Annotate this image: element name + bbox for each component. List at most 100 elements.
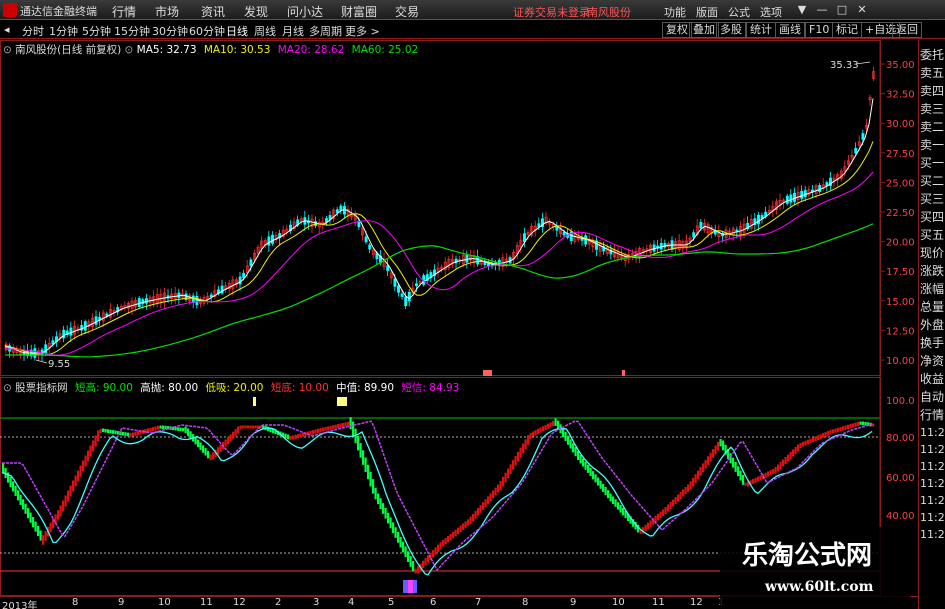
candle bbox=[854, 147, 858, 154]
oscillator-bar bbox=[59, 505, 62, 517]
oscillator-bar bbox=[717, 441, 720, 451]
oscillator-bar bbox=[437, 544, 440, 552]
oscillator-bar bbox=[719, 439, 722, 447]
oscillator-bar bbox=[572, 443, 575, 453]
oscillator-bar bbox=[384, 507, 387, 519]
oscillator-bar bbox=[534, 430, 537, 436]
collapse-icon[interactable]: ◂ bbox=[4, 23, 10, 36]
close-icon[interactable]: ✕ bbox=[855, 3, 869, 17]
indicator-name[interactable]: 股票指标网 bbox=[15, 382, 68, 394]
stock-title: 南风股份 bbox=[587, 6, 631, 19]
oscillator-bar bbox=[374, 487, 377, 500]
price-frame bbox=[0, 40, 881, 376]
tab-15min[interactable]: 15分钟 bbox=[114, 23, 150, 39]
oscillator-bar bbox=[104, 428, 107, 433]
multi-stock-button[interactable]: 多股 bbox=[716, 22, 746, 38]
oscillator-bar bbox=[849, 424, 852, 429]
oscillator-bar bbox=[527, 435, 530, 445]
settings-icon[interactable]: ⊙ bbox=[125, 44, 137, 56]
oscillator-bar bbox=[14, 485, 17, 496]
signal-marker bbox=[253, 397, 256, 406]
oscillator-bar bbox=[777, 464, 780, 472]
tick-time: 11:28 bbox=[920, 460, 945, 473]
oscillator-bar bbox=[684, 487, 687, 494]
oscillator-bar bbox=[687, 484, 690, 492]
oscillator-bar bbox=[714, 445, 717, 455]
oscillator-bar bbox=[607, 490, 610, 499]
tab-5min[interactable]: 5分钟 bbox=[82, 23, 111, 39]
oscillator-bar bbox=[364, 457, 367, 473]
menu-formula[interactable]: 公式 bbox=[728, 4, 750, 20]
tab-more[interactable]: 更多 > bbox=[345, 23, 380, 39]
oscillator-bar bbox=[567, 435, 570, 445]
side-item-net-assets: 净资 bbox=[920, 354, 945, 368]
minimize-icon[interactable]: — bbox=[815, 3, 829, 17]
oscillator-bar bbox=[439, 542, 442, 549]
tab-multi-period[interactable]: 多周期 bbox=[309, 23, 342, 39]
menu-discover[interactable]: 发现 bbox=[244, 3, 268, 20]
side-item-quote[interactable]: 行情 bbox=[920, 406, 945, 423]
menu-news[interactable]: 资讯 bbox=[201, 3, 225, 20]
menu-options[interactable]: 选项 bbox=[760, 4, 782, 20]
tab-1min[interactable]: 1分钟 bbox=[49, 23, 78, 39]
menu-trade[interactable]: 交易 bbox=[395, 3, 419, 20]
oscillator-bar bbox=[314, 429, 317, 434]
side-item-ask5: 卖五 bbox=[920, 66, 945, 80]
menu-market-quote[interactable]: 行情 bbox=[112, 3, 136, 20]
menu-layout[interactable]: 版面 bbox=[696, 4, 718, 20]
oscillator-bar bbox=[462, 523, 465, 530]
oscillator-bar bbox=[854, 422, 857, 427]
oscillator-bar bbox=[247, 425, 250, 429]
ma-legend: ⊙ 南风股份(日线 前复权) ⊙ MA5: 32.73 MA10: 30.53 … bbox=[3, 42, 418, 57]
oscillator-bar bbox=[402, 541, 405, 553]
tab-monthly[interactable]: 月线 bbox=[282, 23, 304, 39]
stats-button[interactable]: 统计 bbox=[746, 22, 776, 38]
ma20-line bbox=[5, 171, 874, 356]
side-item-bid3: 买三 bbox=[920, 192, 945, 206]
menu-ask[interactable]: 问小达 bbox=[287, 3, 323, 20]
date-label: 7 bbox=[475, 597, 482, 608]
draw-line-button[interactable]: 画线 bbox=[775, 22, 805, 38]
oscillator-bar bbox=[112, 430, 115, 434]
oscillator-bar bbox=[252, 425, 255, 429]
oscillator-bar bbox=[242, 425, 245, 429]
stock-chart[interactable]: 35.33 9.55 35.00 32.50 30.00 27.50 25.00 22.50… bbox=[0, 40, 918, 596]
tab-weekly[interactable]: 周线 bbox=[254, 23, 276, 39]
date-label: 10 bbox=[612, 597, 625, 608]
quote-side-panel: 委托 卖五 卖四 卖三 卖二 卖一 买一 买二 买三 买四 买五 现价 涨跌 涨… bbox=[918, 40, 945, 609]
tab-intraday[interactable]: 分时 bbox=[22, 23, 44, 39]
oscillator-bar bbox=[852, 423, 855, 428]
menu-wealth-circle[interactable]: 财富圈 bbox=[341, 3, 377, 20]
price-pane[interactable]: 35.33 9.55 bbox=[0, 40, 881, 377]
tick-time: 11:28 bbox=[920, 528, 945, 541]
price-tick-label: 12.50 bbox=[886, 326, 915, 337]
oscillator-bar bbox=[197, 439, 200, 448]
oscillator-bar bbox=[29, 512, 32, 523]
back-button[interactable]: 返回 bbox=[892, 22, 922, 38]
settings-icon[interactable]: ⊙ bbox=[3, 382, 15, 394]
oscillator-bar bbox=[454, 529, 457, 537]
oscillator-bar bbox=[594, 474, 597, 483]
settings-icon[interactable]: ⊙ bbox=[3, 44, 15, 56]
maximize-icon[interactable]: □ bbox=[835, 3, 849, 17]
broker-login-notice[interactable]: 证券交易未登录 bbox=[513, 4, 590, 20]
menu-function[interactable]: 功能 bbox=[664, 4, 686, 20]
tab-30min[interactable]: 30分钟 bbox=[152, 23, 188, 39]
oscillator-bar bbox=[779, 462, 782, 469]
mark-button[interactable]: 标记 bbox=[832, 22, 862, 38]
menu-market[interactable]: 市场 bbox=[155, 3, 179, 20]
oscillator-bar bbox=[372, 479, 375, 494]
candle bbox=[393, 278, 397, 287]
side-item-auto[interactable]: 自动 bbox=[920, 388, 945, 405]
oscillator-bar bbox=[449, 533, 452, 541]
oscillator-bar bbox=[662, 509, 665, 516]
tab-60min[interactable]: 60分钟 bbox=[189, 23, 225, 39]
tab-daily[interactable]: 日线 bbox=[226, 23, 248, 39]
adjust-button[interactable]: 复权 bbox=[662, 22, 692, 38]
overlay-button[interactable]: 叠加 bbox=[689, 22, 719, 38]
oscillator-bar bbox=[837, 427, 840, 432]
side-item-order[interactable]: 委托 bbox=[920, 46, 945, 63]
f10-button[interactable]: F10 bbox=[805, 22, 834, 38]
price-tick-label: 17.50 bbox=[886, 267, 915, 278]
dropdown-icon[interactable]: ▼ bbox=[795, 3, 809, 17]
